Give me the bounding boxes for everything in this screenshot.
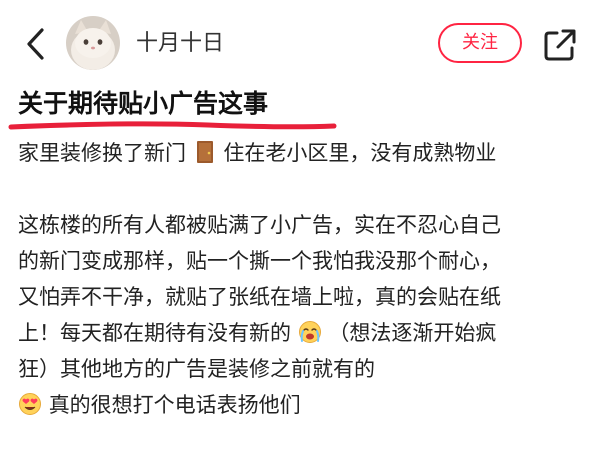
chevron-left-icon: [27, 28, 44, 60]
username[interactable]: 十月十日: [136, 30, 224, 58]
back-button[interactable]: [18, 20, 58, 68]
body-text: （想法逐渐开始疯: [328, 321, 497, 345]
avatar[interactable]: [66, 16, 120, 70]
body-text: 家里装修换了新门: [18, 141, 186, 165]
paragraph-line: 上！每天都在期待有没有新的 （想法逐渐开始疯: [18, 315, 588, 351]
body-text: 真的很想打个电话表扬他们: [48, 393, 301, 417]
share-icon: [544, 29, 576, 61]
cat-avatar-image: [66, 16, 120, 70]
share-button[interactable]: [540, 25, 580, 65]
post-body: 家里装修换了新门 住在老小区里，没有成熟物业 这栋楼的所有人都被贴满了小广告，实…: [18, 135, 588, 423]
paragraph-line: 狂）其他地方的广告是装修之前就有的: [18, 357, 375, 381]
post-title: 关于期待贴小广告这事: [18, 89, 269, 118]
paragraph-line: 真的很想打个电话表扬他们: [18, 387, 588, 423]
crying-face-icon: [298, 321, 321, 343]
paragraph-line: 又怕弄不干净，就贴了张纸在墙上啦，真的会贴在纸: [18, 285, 501, 309]
body-text: 住在老小区里，没有成熟物业: [223, 141, 497, 165]
title-underline-decoration: [8, 121, 337, 130]
paragraph-line: 家里装修换了新门 住在老小区里，没有成熟物业: [18, 135, 588, 171]
heart-eyes-face-icon: [19, 393, 41, 415]
paragraph-line: 这栋楼的所有人都被贴满了小广告，实在不忍心自己: [18, 213, 501, 237]
follow-button[interactable]: 关注: [438, 23, 522, 63]
body-text: 上！每天都在期待有没有新的: [18, 321, 291, 345]
post-header: 十月十日 关注: [0, 0, 600, 88]
paragraph-line: 的新门变成那样，贴一个撕一个我怕我没那个耐心，: [18, 249, 501, 273]
door-icon: [196, 141, 213, 163]
